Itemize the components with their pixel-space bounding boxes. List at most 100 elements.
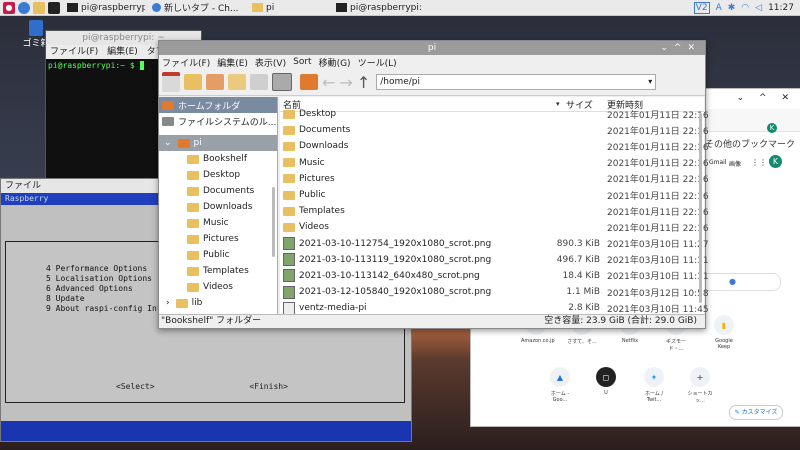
input-method-icon[interactable]: A	[716, 3, 722, 13]
detailed-list-view-icon[interactable]	[272, 73, 292, 91]
compact-view-icon[interactable]	[250, 74, 268, 90]
new-folder-icon[interactable]	[184, 74, 202, 90]
file-row[interactable]: Music 2021年01月11日 22:16	[280, 155, 709, 171]
task-file-manager[interactable]: pi	[249, 1, 325, 14]
shortcut-u[interactable]: ◻ U	[591, 367, 621, 396]
sidebar-filesystem-root[interactable]: ファイルシステムのル...	[159, 113, 277, 129]
wifi-icon[interactable]: ◠	[741, 3, 749, 13]
list-scrollbar[interactable]	[699, 113, 702, 303]
back-arrow-icon[interactable]: ←	[322, 73, 335, 92]
shortcut-drive[interactable]: ▲ ホーム - Goo...	[545, 367, 575, 403]
folder-icon	[283, 190, 295, 200]
tree-videos[interactable]: Videos	[159, 279, 277, 295]
close-icon[interactable]: ✕	[687, 43, 701, 53]
tree-pi[interactable]: ⌄ pi	[159, 135, 277, 151]
file-row[interactable]: Templates 2021年01月11日 22:16	[280, 203, 709, 219]
terminal-menu-file[interactable]: ファイル(F)	[50, 47, 98, 57]
new-tab-icon[interactable]	[162, 72, 180, 92]
folder-icon	[187, 234, 199, 244]
terminal-menu-edit[interactable]: 編集(E)	[107, 47, 138, 57]
vnc-icon[interactable]: V2	[693, 1, 710, 14]
path-bar[interactable]: /home/pi ▾	[376, 74, 657, 90]
maximize-icon[interactable]: ^	[674, 43, 688, 53]
other-bookmarks[interactable]: その他のブックマーク	[705, 137, 795, 150]
menu-edit[interactable]: 編集(E)	[217, 56, 248, 69]
volume-icon[interactable]: ◁	[755, 3, 762, 13]
minimize-icon[interactable]: ⌄	[660, 43, 674, 53]
folder-icon	[252, 3, 263, 12]
customize-button[interactable]: ✎ カスタマイズ	[729, 405, 783, 420]
mic-icon[interactable]: ●	[729, 277, 736, 286]
file-row[interactable]: Desktop 2021年01月11日 22:16	[280, 106, 709, 122]
tree-bookshelf[interactable]: Bookshelf	[159, 151, 277, 167]
bluetooth-icon[interactable]: ✱	[728, 3, 736, 13]
shortcut-add[interactable]: + ショートカッ...	[685, 367, 715, 404]
tree-pictures[interactable]: Pictures	[159, 231, 277, 247]
raspi-config-bottom-bar	[1, 421, 411, 441]
path-dropdown-icon[interactable]: ▾	[648, 75, 652, 89]
task-terminal-2[interactable]: pi@raspberrypi: ...	[333, 1, 424, 14]
menu-tools[interactable]: ツール(L)	[358, 56, 397, 69]
file-row[interactable]: Videos 2021年01月11日 22:16	[280, 219, 709, 235]
tree-templates[interactable]: Templates	[159, 263, 277, 279]
tree-music[interactable]: Music	[159, 215, 277, 231]
folder-icon	[187, 282, 199, 292]
menu-view[interactable]: 表示(V)	[255, 56, 286, 69]
file-row[interactable]: Downloads 2021年01月11日 22:16	[280, 138, 709, 154]
tree-public[interactable]: Public	[159, 247, 277, 263]
window-controls: ⌄^✕	[660, 41, 701, 55]
forward-arrow-icon[interactable]: →	[339, 73, 352, 92]
twitter-icon: ✦	[644, 367, 664, 387]
file-manager-title: pi	[427, 43, 437, 53]
status-disk-space: 空き容量: 23.9 GiB (合計: 29.0 GiB)	[544, 316, 697, 326]
browser-launcher-icon[interactable]	[18, 1, 30, 14]
file-row[interactable]: 2021-03-10-113142_640x480_scrot.png 18.4 …	[280, 268, 709, 284]
sidebar-scrollbar[interactable]	[272, 187, 275, 257]
file-manager-titlebar: pi ⌄^✕	[159, 41, 705, 55]
tree-lib[interactable]: › lib	[159, 295, 277, 311]
menu-go[interactable]: 移動(G)	[319, 56, 351, 69]
shortcut-twitter[interactable]: ✦ ホーム / Twit...	[639, 367, 669, 403]
drive-icon: ▲	[550, 367, 570, 387]
terminal-icon	[67, 3, 78, 12]
file-row[interactable]: 2021-03-12-105840_1920x1080_scrot.png 1.1…	[280, 284, 709, 300]
menu-sort[interactable]: Sort	[293, 57, 311, 67]
file-row[interactable]: Documents 2021年01月11日 22:16	[280, 122, 709, 138]
tree-downloads[interactable]: Downloads	[159, 199, 277, 215]
path-input[interactable]: /home/pi	[380, 77, 420, 87]
gmail-link[interactable]: Gmail	[709, 159, 727, 166]
tree-desktop[interactable]: Desktop	[159, 167, 277, 183]
collapse-icon[interactable]: ⌄	[164, 138, 172, 148]
account-avatar[interactable]: K	[769, 155, 782, 168]
file-row[interactable]: 2021-03-10-112754_1920x1080_scrot.png 890…	[280, 236, 709, 252]
select-button[interactable]: <Select>	[116, 382, 155, 391]
terminal-launcher-icon[interactable]	[48, 1, 60, 14]
icon-view-icon[interactable]	[206, 74, 224, 90]
task-chrome[interactable]: 新しいタブ - Ch...	[149, 1, 245, 14]
up-arrow-icon[interactable]: ↑	[357, 73, 370, 92]
expand-icon[interactable]: ›	[166, 298, 170, 308]
task-terminal[interactable]: pi@raspberrypi: ...	[64, 1, 145, 14]
folder-icon	[187, 266, 199, 276]
tree-documents[interactable]: Documents	[159, 183, 277, 199]
sidebar-home[interactable]: ホームフォルダ	[159, 97, 277, 113]
shortcut-keep[interactable]: ▮ Google Keep	[709, 315, 739, 350]
file-row[interactable]: Pictures 2021年01月11日 22:16	[280, 171, 709, 187]
finish-button[interactable]: <Finish>	[249, 382, 288, 391]
chrome-avatar[interactable]: K	[767, 123, 777, 133]
trash-icon	[29, 20, 43, 36]
clock[interactable]: 11:27	[768, 3, 794, 13]
file-list: 名前 ▾ サイズ 更新時刻 Desktop 2021年01月11日 22:16 D…	[280, 97, 709, 315]
images-link[interactable]: 画像	[729, 159, 741, 168]
file-manager-toolbar: ← → ↑ /home/pi ▾	[159, 69, 705, 96]
apps-grid-icon[interactable]: ⋮⋮	[751, 158, 767, 167]
menu-file[interactable]: ファイル(F)	[162, 56, 210, 69]
file-row[interactable]: 2021-03-10-113119_1920x1080_scrot.png 496…	[280, 252, 709, 268]
raspi-config-buttons: <Select> <Finish>	[116, 382, 288, 391]
home-icon[interactable]	[300, 74, 318, 90]
raspberry-menu-icon[interactable]: ●	[3, 1, 15, 14]
folder-icon	[187, 186, 199, 196]
folder-launcher-icon[interactable]	[33, 1, 45, 14]
file-row[interactable]: Public 2021年01月11日 22:16	[280, 187, 709, 203]
thumbnail-view-icon[interactable]	[228, 74, 246, 90]
